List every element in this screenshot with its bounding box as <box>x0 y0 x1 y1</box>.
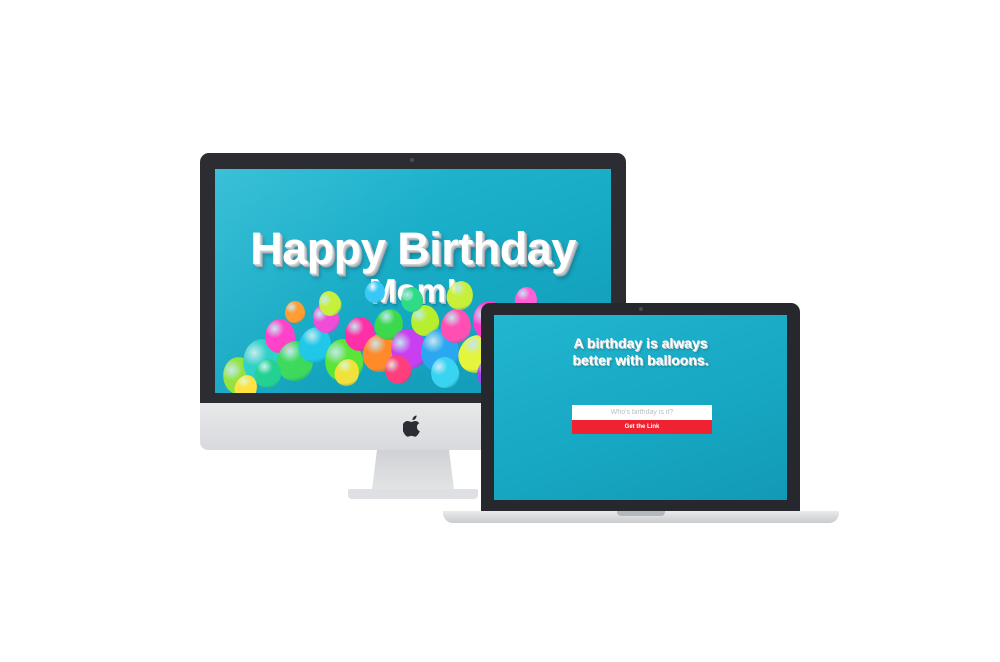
laptop-screen: A birthday is always better with balloon… <box>494 315 787 500</box>
imac-camera-icon <box>410 158 414 162</box>
imac-stand-neck <box>372 450 454 490</box>
tagline-line-2: better with balloons. <box>572 352 709 368</box>
birthday-name-input[interactable] <box>572 405 712 420</box>
device-mockup-scene: Happy Birthday Mom! A birthday is always… <box>0 0 1000 662</box>
tagline-line-1: A birthday is always <box>573 335 708 351</box>
laptop-camera-icon <box>639 307 643 311</box>
apple-logo-icon <box>402 415 423 437</box>
laptop-opening-notch <box>617 511 665 516</box>
balloon <box>285 301 305 323</box>
birthday-headline: Happy Birthday <box>250 223 576 274</box>
imac-stand-foot <box>348 489 478 499</box>
get-the-link-button[interactable]: Get the Link <box>572 420 712 434</box>
tagline: A birthday is always better with balloon… <box>494 335 787 369</box>
